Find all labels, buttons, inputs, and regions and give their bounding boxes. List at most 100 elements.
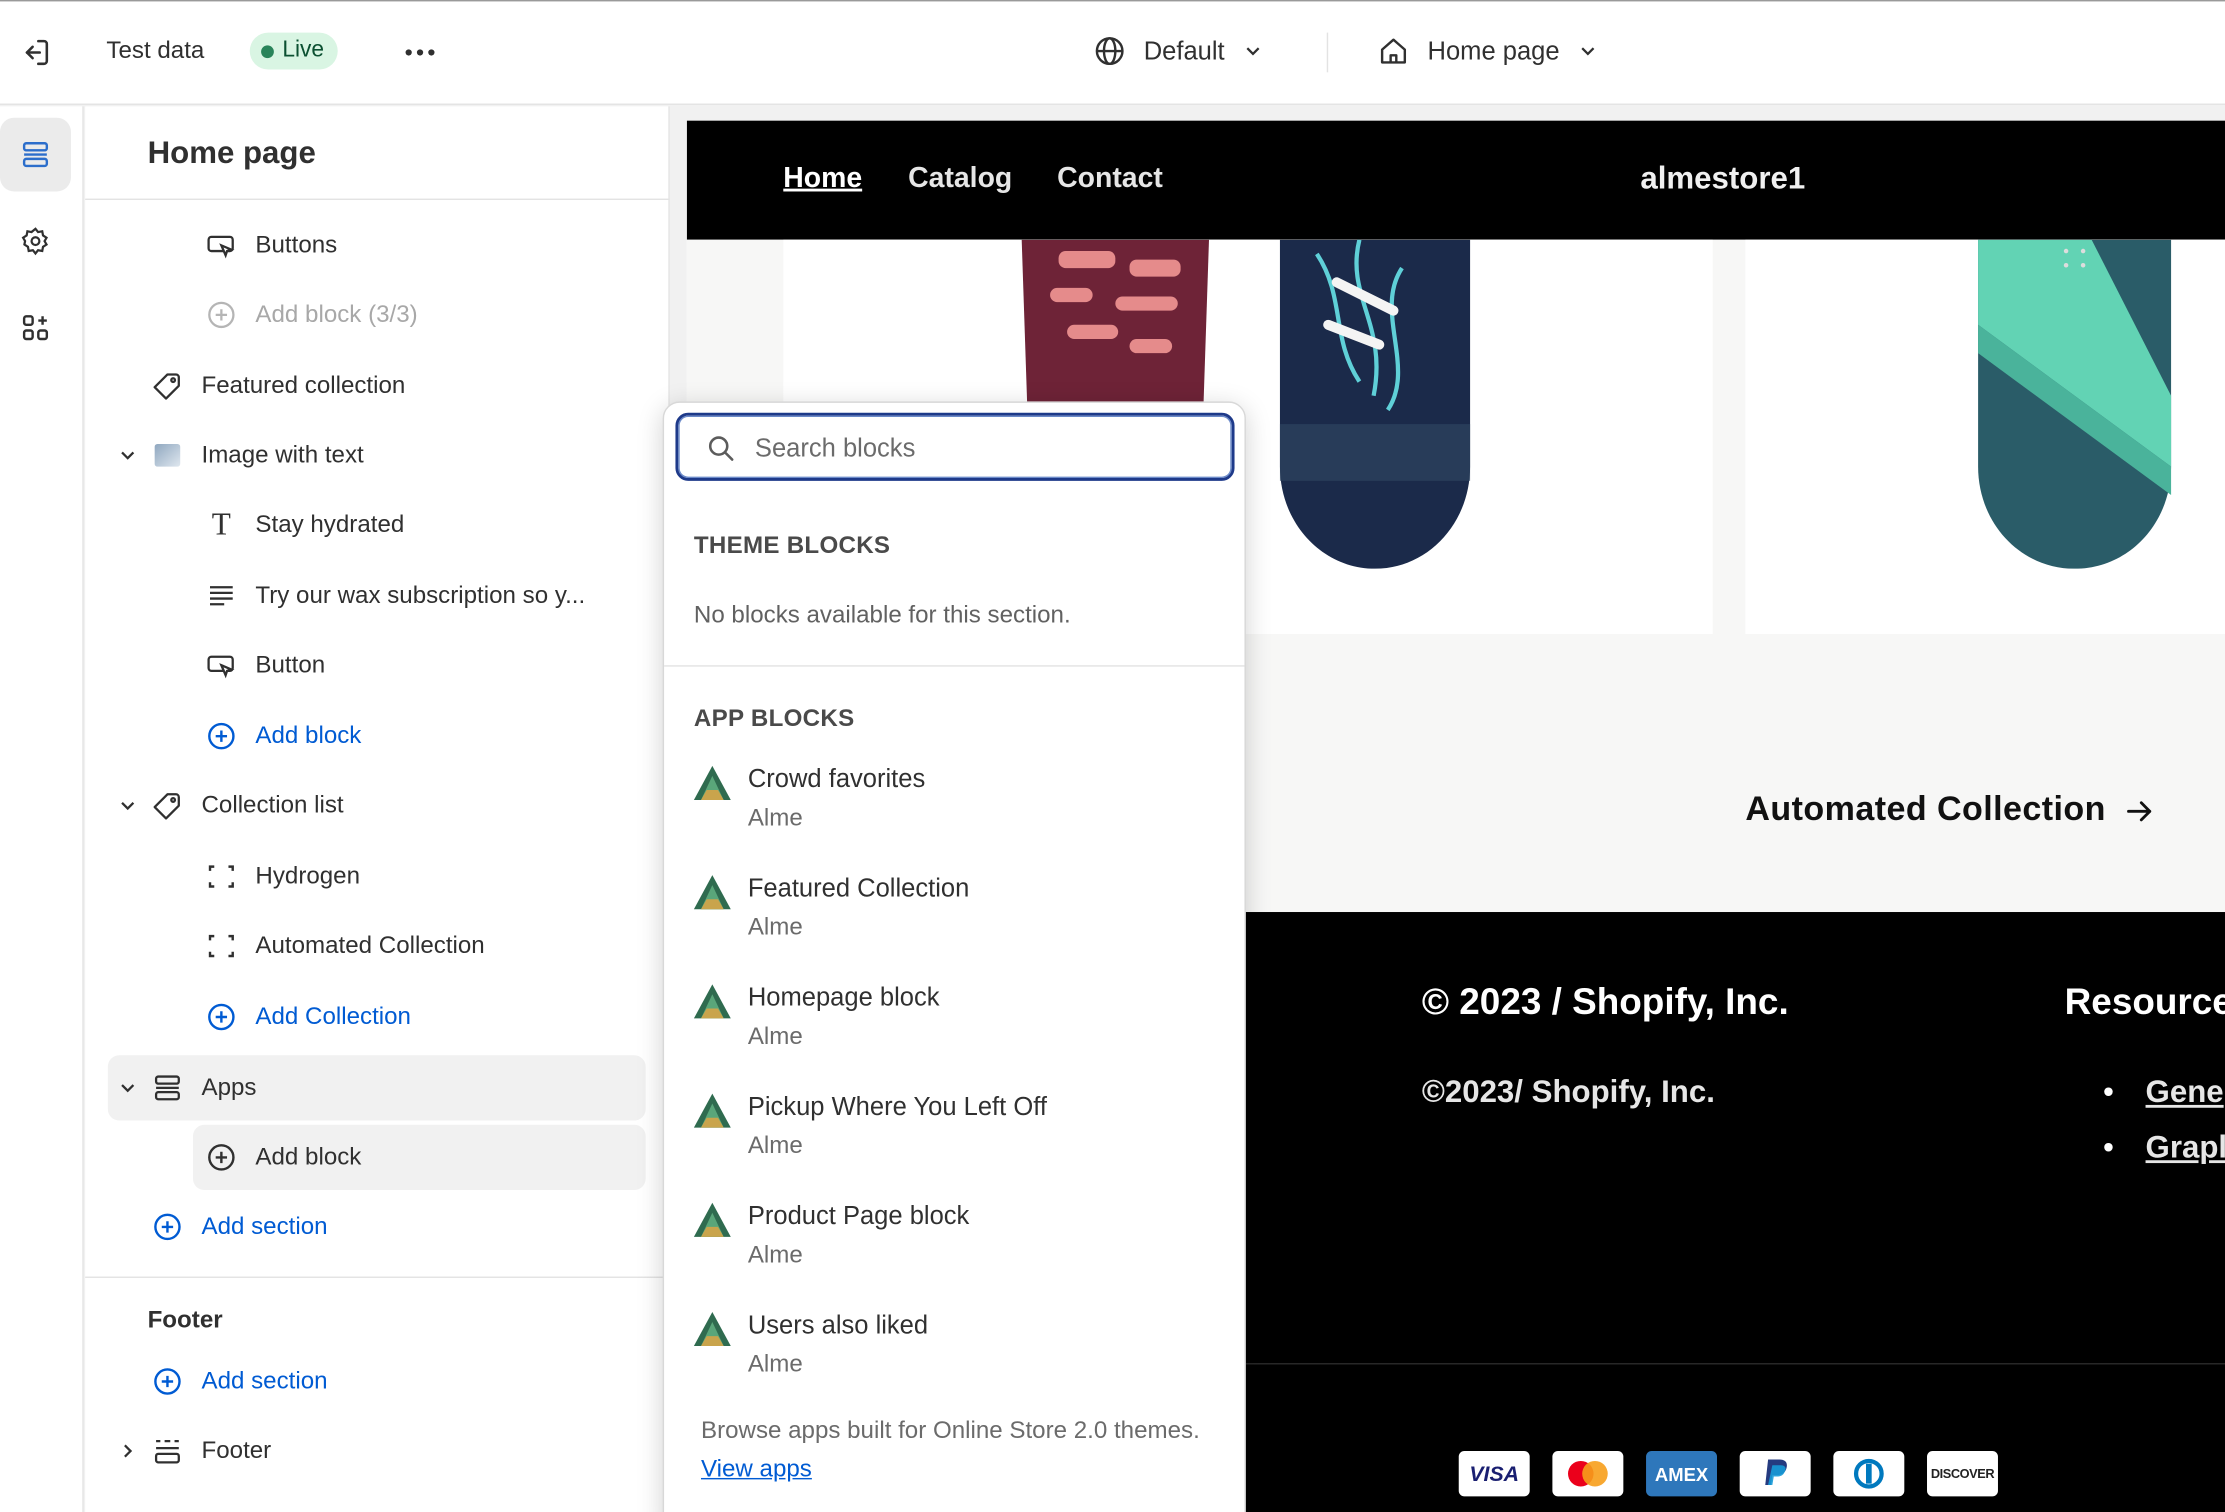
discover-icon: DISCOVER — [1927, 1451, 1998, 1497]
app-block-vendor: Alme — [747, 1022, 803, 1050]
tree-item-label: Buttons — [255, 231, 338, 259]
footer-copyright: © 2023 / Shopify, Inc. — [1421, 980, 1789, 1023]
store-footer: © 2023 / Shopify, Inc. ©2023/ Shopify, I… — [1245, 912, 2225, 1512]
sections-panel: Home page Buttons Add block (3/3) Featur… — [85, 106, 670, 1512]
search-input[interactable] — [754, 429, 1209, 467]
image-icon — [150, 438, 184, 472]
bullet-icon: • — [2102, 1129, 2114, 1165]
add-block-button[interactable]: Add block — [85, 704, 653, 769]
tree-item-buttons[interactable]: Buttons — [85, 213, 653, 278]
nav-link-contact[interactable]: Contact — [1057, 163, 1163, 196]
tree-item-label: Collection list — [201, 791, 344, 819]
add-collection-button[interactable]: Add Collection — [85, 984, 653, 1049]
more-actions-button[interactable] — [402, 35, 439, 69]
store-brand[interactable]: almestore1 — [1640, 160, 1805, 197]
app-block-item[interactable]: Homepage block Alme — [664, 983, 1244, 1082]
tree-item-label: Button — [255, 651, 326, 678]
footer-link[interactable]: Grapl — [2146, 1129, 2225, 1166]
sections-icon — [22, 142, 49, 168]
app-block-vendor: Alme — [747, 1241, 803, 1269]
app-block-item[interactable]: Featured Collection Alme — [664, 874, 1244, 973]
chevron-down-icon[interactable] — [111, 1071, 145, 1105]
tree-item-stay-hydrated[interactable]: T Stay hydrated — [85, 492, 653, 557]
collection-card[interactable] — [1745, 239, 2225, 635]
app-block-item[interactable]: Product Page block Alme — [664, 1201, 1244, 1300]
app-block-vendor: Alme — [747, 913, 803, 941]
diners-icon — [1833, 1451, 1905, 1497]
tree-item-paragraph[interactable]: Try our wax subscription so y... — [85, 563, 653, 628]
browse-apps-note: Browse apps built for Online Store 2.0 t… — [700, 1416, 1200, 1483]
app-block-item[interactable]: Crowd favorites Alme — [664, 765, 1244, 864]
apps-add-block-button[interactable]: Add block — [85, 1125, 653, 1190]
panel-title: Home page — [147, 134, 316, 171]
popover-divider — [664, 665, 1245, 667]
exit-icon[interactable] — [18, 35, 52, 69]
mastercard-icon — [1552, 1451, 1624, 1497]
app-block-name: Featured Collection — [747, 873, 970, 903]
nav-link-catalog[interactable]: Catalog — [908, 163, 1012, 196]
footer-link[interactable]: Gene — [2146, 1074, 2224, 1111]
settings-rail-button[interactable] — [0, 204, 71, 278]
snowboard-image — [1978, 239, 2172, 569]
paypal-icon — [1739, 1451, 1811, 1497]
market-selector[interactable]: Default — [1093, 34, 1265, 68]
tree-item-footer[interactable]: Footer — [85, 1418, 653, 1483]
apps-icon — [22, 315, 49, 341]
alme-logo-icon — [692, 983, 732, 1020]
live-status-badge: Live — [249, 32, 339, 70]
tree-item-apps[interactable]: Apps — [85, 1055, 653, 1120]
alme-logo-icon — [692, 765, 732, 802]
view-apps-link[interactable]: View apps — [701, 1455, 812, 1482]
tree-item-button[interactable]: Button — [85, 633, 653, 698]
page-selector[interactable]: Home page — [1376, 34, 1599, 68]
app-block-vendor: Alme — [747, 1350, 803, 1378]
theme-blocks-heading: THEME BLOCKS — [693, 531, 891, 559]
app-block-item[interactable]: Users also liked Alme — [664, 1311, 1244, 1410]
app-block-vendor: Alme — [747, 804, 803, 832]
snowboard-image — [1279, 239, 1471, 569]
tree-item-label: Hydrogen — [255, 862, 361, 890]
tree-item-image-with-text[interactable]: Image with text — [85, 423, 653, 488]
footer-add-section-button[interactable]: Add section — [85, 1349, 653, 1414]
search-field[interactable] — [675, 412, 1235, 481]
store-header: Home Catalog Contact almestore1 — [686, 120, 2225, 240]
tree-item-label: Add block — [255, 1143, 362, 1171]
app-block-vendor: Alme — [747, 1131, 803, 1159]
tree-item-collection-list[interactable]: Collection list — [85, 773, 653, 838]
home-icon — [1380, 38, 1407, 64]
paragraph-icon — [204, 579, 238, 613]
theme-blocks-empty: No blocks available for this section. — [693, 601, 1071, 629]
sections-rail-button[interactable] — [0, 117, 71, 192]
bullet-icon: • — [2102, 1073, 2114, 1110]
apps-rail-button[interactable] — [0, 291, 71, 365]
add-section-button[interactable]: Add section — [85, 1194, 653, 1259]
chevron-down-icon[interactable] — [111, 438, 145, 472]
chevron-right-icon[interactable] — [111, 1434, 145, 1468]
button-icon — [204, 648, 238, 682]
plus-circle-icon — [150, 1364, 184, 1398]
visa-icon: VISA — [1458, 1451, 1530, 1497]
tag-icon — [150, 369, 184, 403]
app-block-name: Users also liked — [747, 1310, 929, 1339]
collection-title[interactable]: Automated Collection — [1745, 790, 2155, 830]
tree-item-automated-collection[interactable]: Automated Collection — [85, 913, 653, 978]
alme-logo-icon — [692, 1311, 732, 1348]
nav-link-home[interactable]: Home — [783, 163, 862, 196]
alme-logo-icon — [692, 1201, 732, 1238]
toolbar-divider — [1326, 32, 1329, 73]
app-block-item[interactable]: Pickup Where You Left Off Alme — [664, 1092, 1244, 1191]
chevron-down-icon[interactable] — [111, 789, 145, 823]
tree-item-label: Add block (3/3) — [255, 300, 418, 328]
tree-item-label: Add block — [255, 721, 362, 749]
plus-circle-icon — [150, 1210, 184, 1244]
tree-item-label: Footer — [201, 1436, 272, 1464]
settings-icon — [21, 227, 49, 256]
text-icon: T — [211, 506, 231, 542]
tree-item-label: Featured collection — [201, 371, 406, 399]
tree-item-label: Image with text — [201, 441, 364, 469]
tree-item-hydrogen[interactable]: Hydrogen — [85, 844, 653, 909]
live-badge-label: Live — [282, 38, 325, 63]
tree-item-featured-collection[interactable]: Featured collection — [85, 353, 653, 418]
collection-icon — [204, 860, 238, 894]
app-block-name: Product Page block — [747, 1201, 970, 1230]
